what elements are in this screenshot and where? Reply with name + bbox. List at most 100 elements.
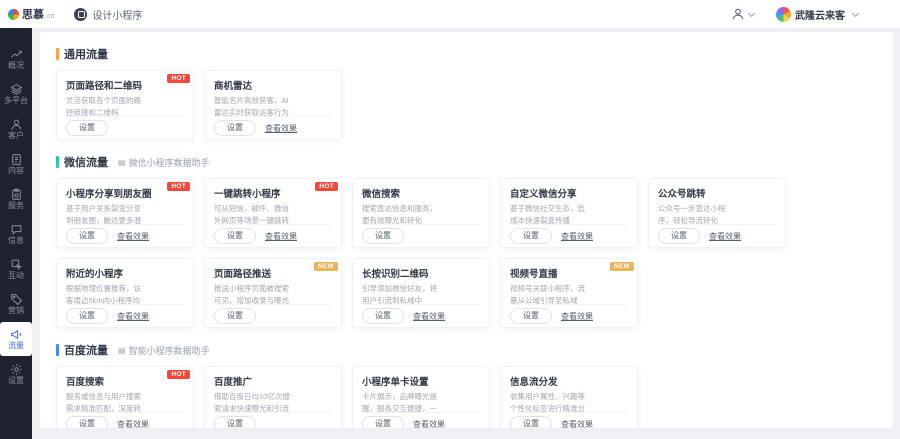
sidebar-item-traffic[interactable]: 流量 [0, 322, 32, 356]
settings-button[interactable]: 设置 [214, 120, 256, 136]
card-top: 自定义微信分享基于微信社交生态，低成本快速裂变传播 [510, 186, 628, 224]
settings-button[interactable]: 设置 [362, 228, 404, 244]
sidebar-item-customers[interactable]: 客户 [0, 112, 32, 146]
card-footer: 设置查看效果 [214, 116, 332, 139]
card-grid: HOT小程序分享到朋友圈基于用户关系裂变分享到朋友圈，触达更多潜在客户设置查看效… [56, 178, 877, 328]
card-footer: 设置查看效果 [510, 304, 628, 327]
feature-card: 小程序单卡设置卡片展示，品牌曝光提醒，服务交互便捷，一搜直达设置查看效果 [352, 366, 490, 428]
sidebar-item-content[interactable]: 内容 [0, 147, 32, 181]
gear-icon [10, 363, 23, 376]
view-effect-link[interactable]: 查看效果 [117, 311, 149, 322]
interaction-icon [10, 258, 23, 271]
settings-button[interactable]: 设置 [214, 308, 256, 324]
sidebar-item-messages[interactable]: 信息 [0, 217, 32, 251]
card-top: 视频号直播视频号关联小程序，流量从公域引导至私域 [510, 266, 628, 304]
account-name: 武隆云来客 [795, 7, 845, 22]
settings-button[interactable]: 设置 [214, 228, 256, 244]
feature-card: HOT小程序分享到朋友圈基于用户关系裂变分享到朋友圈，触达更多潜在客户设置查看效… [56, 178, 194, 248]
settings-button[interactable]: 设置 [66, 120, 108, 136]
section-wechat-traffic: 微信流量▤微信小程序数据助手HOT小程序分享到朋友圈基于用户关系裂变分享到朋友圈… [56, 154, 877, 328]
view-effect-link[interactable]: 查看效果 [117, 231, 149, 242]
section-assistant-link[interactable]: ▤智能小程序数据助手 [118, 344, 210, 357]
sidebar-label: 内容 [8, 167, 24, 175]
sidebar-item-interaction[interactable]: 互动 [0, 252, 32, 286]
view-effect-link[interactable]: 查看效果 [561, 419, 593, 429]
view-effect-link[interactable]: 查看效果 [561, 311, 593, 322]
card-top: 页面路径推送推送小程序页面被搜索可见，增加收录与曝光机会 [214, 266, 332, 304]
card-title: 公众号跳转 [658, 186, 776, 200]
account-avatar [776, 7, 791, 22]
view-effect-link[interactable]: 查看效果 [561, 231, 593, 242]
sidebar-item-overview[interactable]: 概况 [0, 42, 32, 76]
settings-button[interactable]: 设置 [214, 416, 256, 428]
section-assistant-link[interactable]: ▤微信小程序数据助手 [118, 156, 210, 169]
settings-button[interactable]: 设置 [66, 308, 108, 324]
view-effect-link[interactable]: 查看效果 [413, 419, 445, 429]
feature-card: NEW视频号直播视频号关联小程序，流量从公域引导至私域设置查看效果 [500, 258, 638, 328]
card-top: 百度搜索服务或信息与用户搜索需求精准匹配，深度转化用户 [66, 374, 184, 412]
sidebar-item-services[interactable]: 服务 [0, 182, 32, 216]
user-menu-button[interactable] [731, 7, 754, 21]
settings-button[interactable]: 设置 [362, 308, 404, 324]
card-footer: 设置查看效果 [66, 224, 184, 247]
view-effect-link[interactable]: 查看效果 [265, 123, 297, 134]
assistant-icon: ▤ [118, 158, 126, 167]
card-top: 小程序单卡设置卡片展示，品牌曝光提醒，服务交互便捷，一搜直达 [362, 374, 480, 412]
card-top: 百度推广借助百度日均10亿次搜索请求快速曝光和引流 [214, 374, 332, 412]
card-description: 公众号一步直达小程序，轻松导流转化 [658, 203, 776, 224]
settings-button[interactable]: 设置 [510, 416, 552, 428]
settings-button[interactable]: 设置 [510, 308, 552, 324]
settings-button[interactable]: 设置 [66, 228, 108, 244]
layers-icon [10, 83, 23, 96]
brand-suffix: cn [47, 13, 54, 20]
feature-card: HOT页面路径和二维码灵活获取各个页面的路径链接和二维码设置 [56, 70, 194, 140]
sidebar-item-marketing[interactable]: 营销 [0, 287, 32, 321]
card-description: 收集用户属性、兴趣等个性化标签进行精准分发 [510, 391, 628, 412]
hot-badge: HOT [167, 74, 190, 83]
settings-button[interactable]: 设置 [362, 416, 404, 428]
card-footer: 设置查看效果 [658, 224, 776, 247]
card-description: 搜索直达信息和服务，更有效曝光和转化 [362, 203, 480, 224]
brand-logo-icon [8, 9, 19, 20]
feature-card: 附近的小程序根据地理位置推荐，访客周边5km内小程序均可展示设置查看效果 [56, 258, 194, 328]
section-baidu-traffic: 百度流量▤智能小程序数据助手HOT百度搜索服务或信息与用户搜索需求精准匹配，深度… [56, 342, 877, 428]
brand-logo-link[interactable]: 思慕 cn [8, 6, 54, 22]
chat-bubble-icon [10, 223, 23, 236]
sidebar-item-multiplatform[interactable]: 多平台 [0, 77, 32, 111]
card-title: 页面路径和二维码 [66, 78, 184, 92]
user-icon [731, 7, 745, 21]
sidebar-item-settings[interactable]: 设置 [0, 357, 32, 391]
view-effect-link[interactable]: 查看效果 [709, 231, 741, 242]
feature-card: 微信搜索搜索直达信息和服务，更有效曝光和转化设置 [352, 178, 490, 248]
feature-card: 长按识别二维码引导添加微信好友，将用户引流到私域中设置查看效果 [352, 258, 490, 328]
sections-container: 通用流量HOT页面路径和二维码灵活获取各个页面的路径链接和二维码设置商机雷达智能… [56, 46, 877, 428]
card-top: 页面路径和二维码灵活获取各个页面的路径链接和二维码 [66, 78, 184, 116]
settings-button[interactable]: 设置 [510, 228, 552, 244]
card-description: 可从短信、邮件、微信外网页等场景一键跳转至小程序 [214, 203, 332, 224]
settings-button[interactable]: 设置 [658, 228, 700, 244]
view-effect-link[interactable]: 查看效果 [265, 231, 297, 242]
section-title: 百度流量 [64, 342, 108, 358]
card-top: 公众号跳转公众号一步直达小程序，轻松导流转化 [658, 186, 776, 224]
card-footer: 设置查看效果 [510, 224, 628, 247]
feature-card: 百度推广借助百度日均10亿次搜索请求快速曝光和引流设置 [204, 366, 342, 428]
hot-badge: HOT [167, 182, 190, 191]
card-top: 附近的小程序根据地理位置推荐，访客周边5km内小程序均可展示 [66, 266, 184, 304]
card-footer: 设置查看效果 [214, 224, 332, 247]
app-switcher[interactable]: 设计小程序 [74, 7, 142, 22]
sidebar-label: 设置 [8, 377, 24, 385]
settings-button[interactable]: 设置 [66, 416, 108, 428]
card-title: 长按识别二维码 [362, 266, 480, 280]
card-description: 智能名片高效获客，AI雷达实时获取访客行为轨迹 [214, 95, 332, 116]
card-grid: HOT页面路径和二维码灵活获取各个页面的路径链接和二维码设置商机雷达智能名片高效… [56, 70, 877, 140]
card-description: 卡片展示，品牌曝光提醒，服务交互便捷，一搜直达 [362, 391, 480, 412]
clipboard-icon [10, 188, 23, 201]
card-footer: 设置查看效果 [66, 304, 184, 327]
sidebar-label: 客户 [8, 132, 24, 140]
view-effect-link[interactable]: 查看效果 [413, 311, 445, 322]
feature-card: 公众号跳转公众号一步直达小程序，轻松导流转化设置查看效果 [648, 178, 786, 248]
account-menu-button[interactable]: 武隆云来客 [776, 7, 858, 22]
card-footer: 设置查看效果 [510, 412, 628, 428]
card-footer: 设置 [214, 304, 332, 327]
view-effect-link[interactable]: 查看效果 [117, 419, 149, 429]
